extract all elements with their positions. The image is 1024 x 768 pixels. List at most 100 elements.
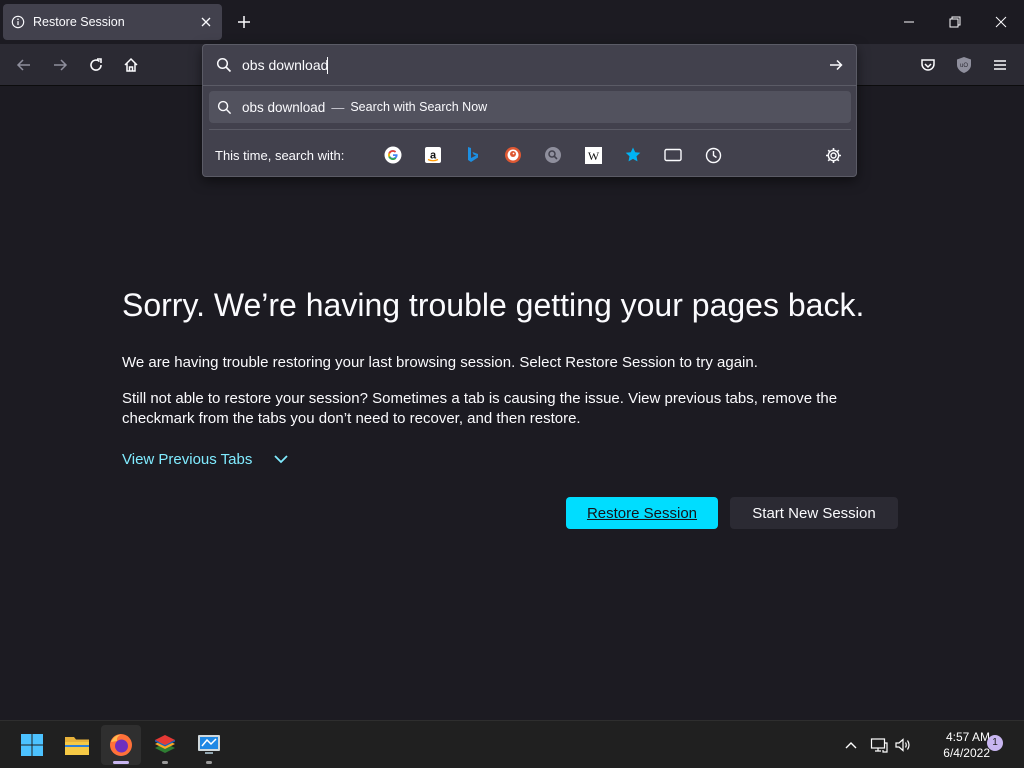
gear-icon xyxy=(825,147,841,163)
app-menu-button[interactable] xyxy=(985,50,1015,80)
restore-session-button[interactable]: Restore Session xyxy=(566,497,718,529)
taskbar-bluestacks[interactable] xyxy=(145,725,185,765)
minimize-button[interactable] xyxy=(886,0,932,44)
bluestacks-icon xyxy=(155,735,175,753)
plus-icon xyxy=(238,16,250,28)
one-off-search-now[interactable] xyxy=(533,140,573,170)
search-suggestion-row[interactable]: obs download — Search with Search Now xyxy=(209,91,851,123)
tab-close-button[interactable] xyxy=(194,10,218,34)
chevron-up-icon xyxy=(845,742,857,749)
one-off-google[interactable] xyxy=(373,140,413,170)
divider xyxy=(209,129,851,130)
speaker-icon xyxy=(895,738,910,752)
taskbar-clock[interactable]: 4:57 AM 6/4/2022 xyxy=(918,729,990,761)
taskbar-app[interactable] xyxy=(189,725,229,765)
running-indicator xyxy=(162,761,168,764)
new-tab-button[interactable] xyxy=(232,10,256,34)
start-button[interactable] xyxy=(12,725,52,765)
tabs-icon xyxy=(664,148,682,162)
folder-icon xyxy=(65,737,89,755)
notification-badge[interactable]: 1 xyxy=(987,735,1003,751)
clock-date: 6/4/2022 xyxy=(943,746,990,760)
arrow-left-icon xyxy=(16,59,30,71)
restore-window-icon xyxy=(949,16,961,28)
amazon-icon: a xyxy=(425,147,441,163)
one-off-label: This time, search with: xyxy=(215,147,345,163)
tab-restore-session[interactable]: Restore Session xyxy=(3,4,222,40)
windows-taskbar: 4:57 AM 6/4/2022 xyxy=(0,720,1024,768)
shield-icon: uO xyxy=(957,57,971,73)
error-description: We are having trouble restoring your las… xyxy=(122,354,758,371)
close-window-button[interactable] xyxy=(978,0,1024,44)
duckduckgo-icon xyxy=(505,147,521,163)
windows-logo-icon xyxy=(21,734,43,756)
arrow-right-icon xyxy=(830,59,843,71)
bing-icon xyxy=(468,147,478,162)
monitor-app-icon xyxy=(198,735,220,754)
taskbar-file-explorer[interactable] xyxy=(57,725,97,765)
suggestion-dash: — xyxy=(331,99,345,115)
restore-window-button[interactable] xyxy=(932,0,978,44)
close-icon xyxy=(995,16,1007,28)
tray-volume[interactable] xyxy=(891,731,915,759)
one-off-tabs[interactable] xyxy=(653,140,693,170)
tray-network[interactable] xyxy=(867,731,891,759)
tab-title: Restore Session xyxy=(33,15,125,29)
one-off-amazon[interactable]: a xyxy=(413,140,453,170)
svg-text:uO: uO xyxy=(960,63,968,69)
one-off-search-bar: This time, search with: a W xyxy=(203,137,856,173)
search-icon xyxy=(217,100,232,114)
pocket-icon xyxy=(921,59,935,71)
clock-time: 4:57 AM xyxy=(945,730,990,744)
network-icon xyxy=(870,738,888,753)
ublock-button[interactable]: uO xyxy=(949,50,979,80)
text-caret xyxy=(327,56,329,74)
tray-overflow-button[interactable] xyxy=(839,731,863,759)
info-icon xyxy=(11,15,25,29)
chevron-down-icon xyxy=(274,455,288,464)
close-icon xyxy=(201,17,211,27)
one-off-bookmarks[interactable] xyxy=(613,140,653,170)
error-help-text: Still not able to restore your session? … xyxy=(122,390,838,427)
back-button[interactable] xyxy=(9,50,39,80)
urlbar-input-wrap: obs download xyxy=(242,56,329,74)
minimize-icon xyxy=(904,21,914,23)
search-engine-icon xyxy=(545,147,561,163)
urlbar-popup: obs download obs download — Search with … xyxy=(202,44,857,177)
running-indicator xyxy=(206,761,212,764)
search-settings-button[interactable] xyxy=(818,140,848,170)
go-button[interactable] xyxy=(824,53,848,77)
hamburger-menu-icon xyxy=(994,60,1006,70)
svg-text:W: W xyxy=(587,149,599,163)
restore-session-label: Restore Session xyxy=(586,504,698,522)
firefox-icon xyxy=(110,734,132,756)
forward-button[interactable] xyxy=(45,50,75,80)
taskbar-firefox[interactable] xyxy=(101,725,141,765)
google-icon xyxy=(384,146,402,164)
reload-button[interactable] xyxy=(81,50,111,80)
suggestion-query: obs download xyxy=(242,99,326,115)
urlbar-input[interactable]: obs download xyxy=(242,57,328,73)
pocket-button[interactable] xyxy=(913,50,943,80)
reload-icon xyxy=(90,58,102,71)
bookmarks-icon xyxy=(625,147,641,162)
home-icon xyxy=(124,57,138,72)
arrow-right-icon xyxy=(54,59,68,71)
urlbar: obs download xyxy=(203,45,856,85)
tab-strip: Restore Session xyxy=(0,0,1024,44)
wikipedia-icon: W xyxy=(584,146,602,164)
running-indicator xyxy=(113,761,129,764)
one-off-wikipedia[interactable]: W xyxy=(573,140,613,170)
one-off-history[interactable] xyxy=(693,140,733,170)
view-previous-tabs-toggle[interactable]: View Previous Tabs xyxy=(122,450,290,468)
divider xyxy=(203,85,856,86)
history-icon xyxy=(705,147,721,163)
search-icon xyxy=(216,57,232,73)
start-new-session-button[interactable]: Start New Session xyxy=(730,497,898,529)
suggestion-engine: Search with Search Now xyxy=(350,100,488,114)
page-title: Sorry. We’re having trouble getting your… xyxy=(122,287,865,323)
one-off-duckduckgo[interactable] xyxy=(493,140,533,170)
one-off-bing[interactable] xyxy=(453,140,493,170)
home-button[interactable] xyxy=(116,50,146,80)
view-previous-tabs-label: View Previous Tabs xyxy=(122,450,253,468)
